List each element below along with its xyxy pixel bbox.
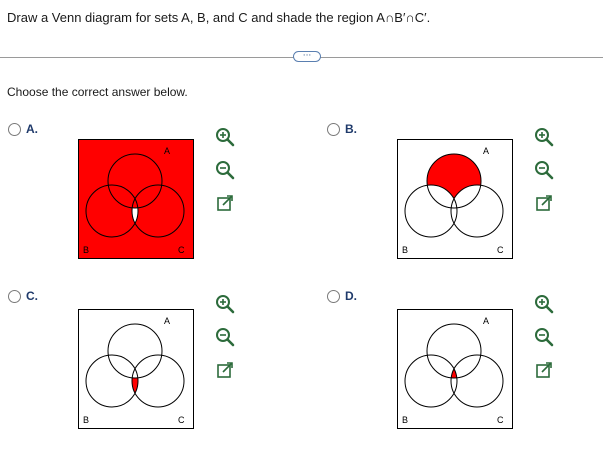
zoom-out-icon[interactable] [214, 159, 236, 181]
option-c-venn: A B C [78, 309, 194, 434]
more-button[interactable]: ··· [293, 51, 321, 62]
option-a-venn: A B C [78, 139, 194, 264]
zoom-out-icon[interactable] [533, 326, 555, 348]
venn-diagram-d: A B C [397, 309, 513, 429]
option-c-radio[interactable] [8, 290, 21, 303]
zoom-out-icon[interactable] [533, 159, 555, 181]
option-d-venn: A B C [397, 309, 513, 434]
set-label-b: B [402, 245, 408, 255]
option-b-venn: A B C [397, 139, 513, 264]
open-in-new-icon[interactable] [533, 193, 555, 215]
option-d-radio[interactable] [327, 290, 340, 303]
set-label-c: C [178, 245, 185, 255]
option-c-label: C. [26, 289, 38, 303]
set-label-b: B [402, 415, 408, 425]
answer-prompt: Choose the correct answer below. [7, 85, 188, 99]
venn-diagram-a: A B C [78, 139, 194, 259]
option-a-label: A. [26, 122, 38, 136]
zoom-out-icon[interactable] [214, 326, 236, 348]
venn-diagram-c: A B C [78, 309, 194, 429]
option-a-radio[interactable] [8, 123, 21, 136]
question-text: Draw a Venn diagram for sets A, B, and C… [7, 10, 431, 25]
open-in-new-icon[interactable] [214, 193, 236, 215]
zoom-in-icon[interactable] [214, 293, 236, 315]
open-in-new-icon[interactable] [533, 360, 555, 382]
universe-rect [397, 309, 513, 429]
set-label-a: A [164, 316, 170, 326]
set-label-a: A [483, 146, 489, 156]
option-d-label: D. [345, 289, 357, 303]
set-label-b: B [83, 415, 89, 425]
set-label-a: A [164, 146, 170, 156]
set-label-b: B [83, 245, 89, 255]
venn-diagram-b: A B C [397, 139, 513, 259]
set-label-c: C [497, 245, 504, 255]
set-label-c: C [178, 415, 185, 425]
option-b-label: B. [345, 122, 357, 136]
open-in-new-icon[interactable] [214, 360, 236, 382]
zoom-in-icon[interactable] [533, 293, 555, 315]
zoom-in-icon[interactable] [214, 126, 236, 148]
universe-rect [78, 309, 194, 429]
zoom-in-icon[interactable] [533, 126, 555, 148]
option-b-radio[interactable] [327, 123, 340, 136]
set-label-a: A [483, 316, 489, 326]
set-label-c: C [497, 415, 504, 425]
